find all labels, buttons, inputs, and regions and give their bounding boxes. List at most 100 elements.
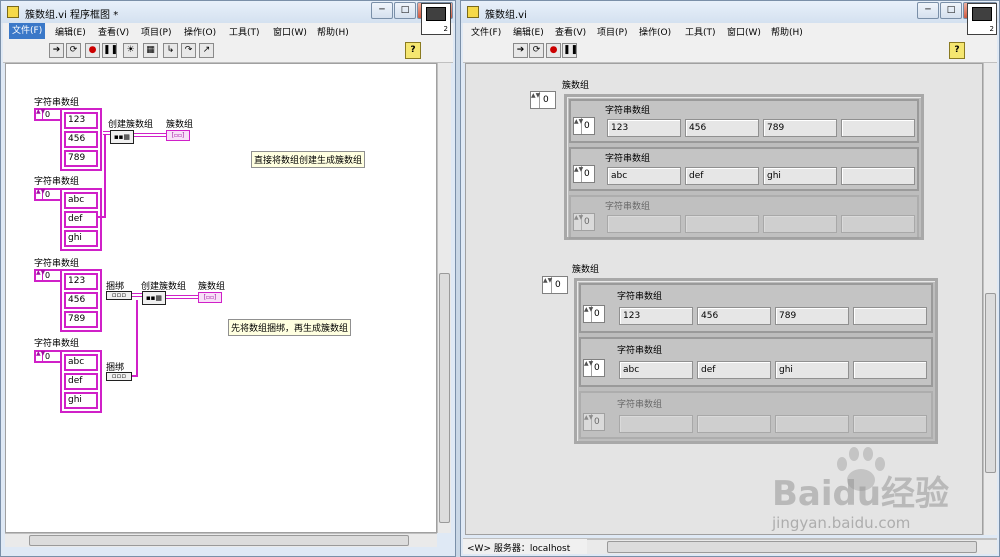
array-element[interactable]: 789 bbox=[64, 311, 98, 328]
build-cluster-array-node-2[interactable]: ▪▪▦ bbox=[142, 291, 166, 305]
front-panel-titlebar[interactable]: 簇数组.vi ─ □ X bbox=[461, 1, 999, 23]
maximize-button[interactable]: □ bbox=[394, 2, 416, 19]
wire[interactable] bbox=[132, 375, 138, 377]
menu-window[interactable]: 窗口(W) bbox=[273, 25, 307, 38]
string-element[interactable]: def bbox=[697, 361, 771, 379]
vi-icon-connector[interactable]: 2 bbox=[967, 3, 997, 35]
string-element[interactable]: abc bbox=[619, 361, 693, 379]
help-icon[interactable]: ? bbox=[405, 42, 421, 59]
minimize-button[interactable]: ─ bbox=[917, 2, 939, 19]
string-element[interactable] bbox=[841, 167, 915, 185]
step-over-icon[interactable]: ↷ bbox=[181, 43, 196, 58]
array-element[interactable]: 456 bbox=[64, 292, 98, 309]
maximize-button[interactable]: □ bbox=[940, 2, 962, 19]
string-array-constant-2[interactable]: abc def ghi bbox=[60, 188, 102, 251]
cluster-array-2[interactable]: 字符串数组 ▲▼ 0 123 456 789 字符串数组 ▲▼ 0 abc def … bbox=[574, 278, 938, 444]
string-element[interactable]: 789 bbox=[763, 119, 837, 137]
string-array-constant-4[interactable]: abc def ghi bbox=[60, 350, 102, 413]
menu-view[interactable]: 查看(V) bbox=[555, 25, 586, 38]
array-element[interactable]: abc bbox=[64, 192, 98, 209]
vi-icon-connector[interactable]: 2 bbox=[421, 3, 451, 35]
string-array-index[interactable]: ▲▼ 0 bbox=[583, 305, 605, 323]
string-element[interactable]: 456 bbox=[697, 307, 771, 325]
abort-icon[interactable]: ● bbox=[546, 43, 561, 58]
wire[interactable] bbox=[134, 133, 166, 137]
help-icon[interactable]: ? bbox=[949, 42, 965, 59]
menu-edit[interactable]: 编辑(E) bbox=[55, 25, 86, 38]
cluster-array-index-1[interactable]: ▲▼ 0 bbox=[530, 91, 556, 109]
menu-view[interactable]: 查看(V) bbox=[98, 25, 129, 38]
menu-help[interactable]: 帮助(H) bbox=[317, 25, 349, 38]
string-array-index[interactable]: ▲▼ 0 bbox=[573, 117, 595, 135]
menu-tools[interactable]: 工具(T) bbox=[685, 25, 716, 38]
string-array-index[interactable]: ▲▼ 0 bbox=[573, 165, 595, 183]
cluster-element-2[interactable]: 字符串数组 ▲▼ 0 abc def ghi bbox=[569, 147, 919, 191]
array-element[interactable]: def bbox=[64, 373, 98, 390]
retain-wire-values-icon[interactable]: ▦ bbox=[143, 43, 158, 58]
cluster-element-1[interactable]: 字符串数组 ▲▼ 0 123 456 789 bbox=[579, 283, 933, 333]
string-element[interactable]: ghi bbox=[775, 361, 849, 379]
string-element[interactable]: 123 bbox=[607, 119, 681, 137]
menu-file[interactable]: 文件(F) bbox=[9, 23, 46, 39]
string-element[interactable] bbox=[853, 361, 927, 379]
array-element[interactable]: 789 bbox=[64, 150, 98, 167]
string-element[interactable]: def bbox=[685, 167, 759, 185]
vertical-scroll-thumb[interactable] bbox=[439, 273, 450, 523]
array-index-2[interactable]: ▲▼ 0 bbox=[34, 188, 62, 201]
menu-project[interactable]: 项目(P) bbox=[597, 25, 627, 38]
step-out-icon[interactable]: ↗ bbox=[199, 43, 214, 58]
bundle-node-1[interactable]: ▫▫▫ bbox=[106, 291, 132, 300]
menu-operate[interactable]: 操作(O) bbox=[184, 25, 216, 38]
highlight-execution-icon[interactable]: ☀ bbox=[123, 43, 138, 58]
block-diagram-canvas[interactable]: 字符串数组 ▲▼ 0 123 456 789 字符串数组 ▲▼ 0 abc def … bbox=[5, 63, 437, 533]
wire[interactable] bbox=[98, 216, 106, 218]
cluster-array-indicator-1[interactable]: [▫▫] bbox=[166, 130, 190, 141]
abort-icon[interactable]: ● bbox=[85, 43, 100, 58]
run-continuously-icon[interactable]: ⟳ bbox=[66, 43, 81, 58]
array-index-3[interactable]: ▲▼ 0 bbox=[34, 269, 62, 282]
step-into-icon[interactable]: ↳ bbox=[163, 43, 178, 58]
pause-icon[interactable]: ❚❚ bbox=[102, 43, 118, 58]
array-element[interactable]: 456 bbox=[64, 131, 98, 148]
array-element[interactable]: 123 bbox=[64, 112, 98, 129]
menu-tools[interactable]: 工具(T) bbox=[229, 25, 260, 38]
array-index-1[interactable]: ▲▼ 0 bbox=[34, 108, 62, 121]
menu-help[interactable]: 帮助(H) bbox=[771, 25, 803, 38]
block-diagram-horizontal-scrollbar[interactable] bbox=[5, 533, 437, 547]
array-index-4[interactable]: ▲▼ 0 bbox=[34, 350, 62, 363]
string-element[interactable]: 789 bbox=[775, 307, 849, 325]
wire[interactable] bbox=[132, 293, 142, 297]
array-element[interactable]: 123 bbox=[64, 273, 98, 290]
minimize-button[interactable]: ─ bbox=[371, 2, 393, 19]
menu-file[interactable]: 文件(F) bbox=[471, 25, 501, 38]
array-element[interactable]: ghi bbox=[64, 392, 98, 409]
cluster-array-1[interactable]: 字符串数组 ▲▼ 0 123 456 789 字符串数组 ▲▼ 0 abc def … bbox=[564, 94, 924, 240]
cluster-array-indicator-2[interactable]: [▫▫] bbox=[198, 292, 222, 303]
string-element[interactable]: 123 bbox=[619, 307, 693, 325]
menu-project[interactable]: 项目(P) bbox=[141, 25, 171, 38]
menu-window[interactable]: 窗口(W) bbox=[727, 25, 761, 38]
string-element[interactable]: 456 bbox=[685, 119, 759, 137]
build-cluster-array-node-1[interactable]: ▪▪▦ bbox=[110, 130, 134, 144]
array-element[interactable]: abc bbox=[64, 354, 98, 371]
menu-operate[interactable]: 操作(O) bbox=[639, 25, 671, 38]
array-element[interactable]: ghi bbox=[64, 230, 98, 247]
run-arrow-icon[interactable]: ➔ bbox=[513, 43, 528, 58]
pause-icon[interactable]: ❚❚ bbox=[562, 43, 578, 58]
string-array-constant-1[interactable]: 123 456 789 bbox=[60, 108, 102, 171]
cluster-element-1[interactable]: 字符串数组 ▲▼ 0 123 456 789 bbox=[569, 99, 919, 143]
block-diagram-vertical-scrollbar[interactable] bbox=[437, 63, 451, 533]
string-element[interactable]: ghi bbox=[763, 167, 837, 185]
run-continuously-icon[interactable]: ⟳ bbox=[529, 43, 544, 58]
horizontal-scroll-thumb[interactable] bbox=[29, 535, 409, 546]
bundle-node-2[interactable]: ▫▫▫ bbox=[106, 372, 132, 381]
string-element[interactable] bbox=[853, 307, 927, 325]
string-array-constant-3[interactable]: 123 456 789 bbox=[60, 269, 102, 332]
run-arrow-icon[interactable]: ➔ bbox=[49, 43, 64, 58]
block-diagram-titlebar[interactable]: 簇数组.vi 程序框图 * ─ □ X bbox=[1, 1, 455, 23]
menu-edit[interactable]: 编辑(E) bbox=[513, 25, 544, 38]
array-element[interactable]: def bbox=[64, 211, 98, 228]
cluster-array-index-2[interactable]: ▲▼ 0 bbox=[542, 276, 568, 294]
string-element[interactable] bbox=[841, 119, 915, 137]
wire[interactable] bbox=[136, 300, 138, 376]
